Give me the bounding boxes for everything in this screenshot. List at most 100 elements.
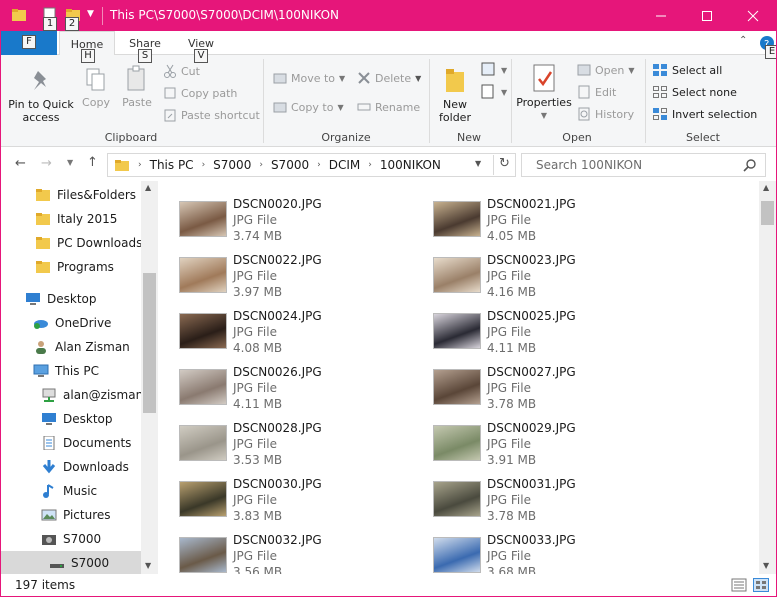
close-button[interactable] <box>730 1 776 31</box>
file-item[interactable]: DSCN0025.JPG JPG File 4.11 MB <box>413 299 653 355</box>
pin-to-quick-access-button[interactable]: Pin to Quick access <box>5 69 77 124</box>
ribbon-collapse-icon[interactable]: ⌃ <box>739 35 747 46</box>
nav-item[interactable]: Music <box>1 479 142 503</box>
paste-shortcut-button[interactable]: Paste shortcut <box>163 106 260 124</box>
copy-path-button[interactable]: Copy path <box>163 84 237 102</box>
network-drive-icon <box>42 388 56 402</box>
nav-item-label: Desktop <box>47 292 97 306</box>
rename-button[interactable]: Rename <box>357 98 420 116</box>
breadcrumb-s7000[interactable]: S7000 <box>213 158 251 172</box>
file-item[interactable]: DSCN0021.JPG JPG File 4.05 MB <box>413 187 653 243</box>
title-bar[interactable]: 1 2 ▼ This PC\S7000\S7000\DCIM\100NIKON <box>1 1 776 31</box>
nav-item[interactable]: Downloads <box>1 455 142 479</box>
file-item[interactable]: DSCN0026.JPG JPG File 4.11 MB <box>159 355 399 411</box>
open-label: Open <box>595 63 625 77</box>
view-key: V <box>194 49 208 63</box>
nav-item[interactable]: Pictures <box>1 503 142 527</box>
nav-item[interactable]: Files&Folders <box>1 183 142 207</box>
scroll-up-arrow-icon[interactable]: ▲ <box>145 183 151 192</box>
new-item-button[interactable]: ▼ <box>479 61 507 79</box>
address-dropdown-icon[interactable]: ▼ <box>475 159 481 168</box>
easy-access-button[interactable]: ▼ <box>479 83 507 101</box>
properties-button[interactable]: Properties ▼ <box>515 63 573 122</box>
nav-scroll-thumb[interactable] <box>143 273 156 413</box>
paste-button[interactable]: Paste <box>119 65 155 109</box>
nav-item[interactable]: Desktop <box>1 407 142 431</box>
open-button[interactable]: Open ▼ <box>577 61 635 79</box>
forward-arrow-icon[interactable]: → <box>41 156 52 171</box>
nav-item-label: Programs <box>57 260 114 274</box>
file-item[interactable]: DSCN0032.JPG JPG File 3.56 MB <box>159 523 399 574</box>
copy-button[interactable]: Copy <box>79 67 113 109</box>
clipboard-group-label: Clipboard <box>104 131 158 144</box>
scroll-down-arrow-icon[interactable]: ▼ <box>763 561 769 570</box>
nav-item[interactable]: S7000 <box>1 527 142 551</box>
refresh-icon[interactable]: ↻ <box>499 156 510 171</box>
scroll-down-arrow-icon[interactable]: ▼ <box>145 561 151 570</box>
move-to-button[interactable]: Move to ▼ <box>273 69 345 87</box>
new-folder-button[interactable]: New folder <box>435 65 475 124</box>
file-item[interactable]: DSCN0023.JPG JPG File 4.16 MB <box>413 243 653 299</box>
content-scroll-thumb[interactable] <box>761 201 774 225</box>
file-name: DSCN0022.JPG <box>233 253 322 267</box>
copy-icon <box>86 68 105 91</box>
search-icon[interactable] <box>743 159 757 173</box>
back-arrow-icon[interactable]: ← <box>15 156 26 171</box>
nav-item[interactable]: This PC <box>1 359 142 383</box>
nav-item[interactable]: alan@zisman.c <box>1 383 142 407</box>
copy-to-button[interactable]: Copy to ▼ <box>273 98 344 116</box>
navigation-pane[interactable]: Files&Folders Italy 2015 PC Downloads Progr… <box>1 181 158 574</box>
recent-locations-icon[interactable]: ▼ <box>67 158 73 167</box>
file-type: JPG File <box>487 213 531 227</box>
search-input[interactable]: Search 100NIKON <box>521 153 766 177</box>
breadcrumb-dcim[interactable]: DCIM <box>329 158 361 172</box>
select-none-icon <box>653 86 667 98</box>
content-scrollbar[interactable]: ▲ ▼ <box>759 181 776 574</box>
file-list[interactable]: DSCN0020.JPG JPG File 3.74 MB DSCN0021.JPG J… <box>159 181 759 574</box>
maximize-button[interactable] <box>684 1 730 31</box>
breadcrumb-this-pc[interactable]: This PC <box>150 158 194 172</box>
invert-selection-button[interactable]: Invert selection <box>652 105 757 123</box>
delete-button[interactable]: Delete ▼ <box>357 69 421 87</box>
edit-button[interactable]: Edit <box>577 83 616 101</box>
file-item[interactable]: DSCN0031.JPG JPG File 3.78 MB <box>413 467 653 523</box>
file-item[interactable]: DSCN0030.JPG JPG File 3.83 MB <box>159 467 399 523</box>
nav-scrollbar[interactable]: ▲ ▼ <box>141 181 158 574</box>
nav-item[interactable]: Programs <box>1 255 142 279</box>
qa-dropdown-icon[interactable]: ▼ <box>87 9 94 19</box>
nav-item[interactable]: Desktop <box>1 287 142 311</box>
file-item[interactable]: DSCN0029.JPG JPG File 3.91 MB <box>413 411 653 467</box>
minimize-button[interactable] <box>638 1 684 31</box>
file-item[interactable]: DSCN0020.JPG JPG File 3.74 MB <box>159 187 399 243</box>
photo-thumbnail <box>433 257 481 293</box>
desktop-icon <box>26 293 40 305</box>
file-item[interactable]: DSCN0022.JPG JPG File 3.97 MB <box>159 243 399 299</box>
file-item[interactable]: DSCN0027.JPG JPG File 3.78 MB <box>413 355 653 411</box>
file-size: 3.78 MB <box>487 397 537 411</box>
cut-button[interactable]: Cut <box>163 62 200 80</box>
open-icon <box>577 64 591 76</box>
history-button[interactable]: History <box>577 105 634 123</box>
up-arrow-icon[interactable]: ↑ <box>87 155 98 170</box>
scroll-up-arrow-icon[interactable]: ▲ <box>763 183 769 192</box>
file-item[interactable]: DSCN0033.JPG JPG File 3.68 MB <box>413 523 653 574</box>
nav-item[interactable]: Alan Zisman <box>1 335 142 359</box>
select-all-button[interactable]: Select all <box>652 61 722 79</box>
file-item[interactable]: DSCN0024.JPG JPG File 4.08 MB <box>159 299 399 355</box>
nav-item[interactable]: Documents <box>1 431 142 455</box>
tab-file[interactable]: F <box>1 31 57 55</box>
select-none-button[interactable]: Select none <box>652 83 737 101</box>
file-item[interactable]: DSCN0028.JPG JPG File 3.53 MB <box>159 411 399 467</box>
file-size: 3.53 MB <box>233 453 283 467</box>
nav-item[interactable]: OneDrive <box>1 311 142 335</box>
easy-access-icon <box>481 84 494 99</box>
tiles-view-icon[interactable] <box>753 578 769 592</box>
nav-item[interactable]: S7000 <box>1 551 142 574</box>
address-bar[interactable]: › This PC › S7000 › S7000 › DCIM › 100NI… <box>107 153 516 177</box>
qa-key-2: 2 <box>65 17 79 31</box>
nav-item[interactable]: PC Downloads <box>1 231 142 255</box>
nav-item[interactable]: Italy 2015 <box>1 207 142 231</box>
details-view-icon[interactable] <box>731 578 747 592</box>
breadcrumb-s7000-inner[interactable]: S7000 <box>271 158 309 172</box>
breadcrumb-100nikon[interactable]: 100NIKON <box>380 158 441 172</box>
